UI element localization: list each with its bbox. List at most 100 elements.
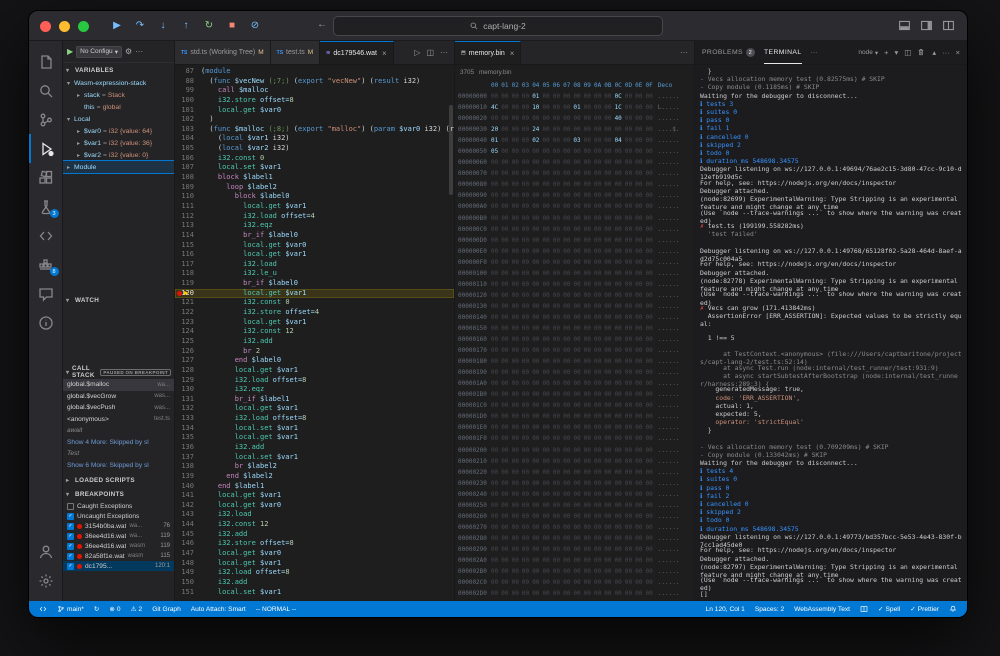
breakpoint-checkbox[interactable]: ✓	[67, 552, 74, 560]
hex-byte[interactable]: 00	[573, 213, 583, 224]
hex-byte[interactable]: 00	[615, 456, 625, 467]
more-actions-icon[interactable]: ···	[680, 48, 688, 57]
hex-byte[interactable]: 00	[635, 422, 645, 433]
hex-byte[interactable]: 00	[563, 566, 573, 577]
hex-byte[interactable]: 00	[532, 544, 542, 555]
hex-byte[interactable]: 00	[532, 367, 542, 378]
hex-byte[interactable]: 00	[615, 224, 625, 235]
hex-byte[interactable]: 00	[573, 235, 583, 246]
hex-byte[interactable]: 00	[625, 555, 635, 566]
hex-byte[interactable]: 00	[625, 102, 635, 113]
hex-byte[interactable]: 00	[635, 257, 645, 268]
hex-byte[interactable]: 00	[491, 213, 501, 224]
hex-row[interactable]: 00000210 00 00 00 00 00 00 00 00 00 00 00 00 00 00 00 00…	[455, 456, 694, 467]
hex-byte[interactable]: 00	[491, 168, 501, 179]
hex-byte[interactable]: 00	[645, 522, 655, 533]
hex-byte[interactable]: 00	[501, 312, 511, 323]
hex-byte[interactable]: 00	[594, 334, 604, 345]
hex-byte[interactable]: 00	[573, 433, 583, 444]
hex-byte[interactable]: 00	[584, 146, 594, 157]
hex-byte[interactable]: 00	[645, 135, 655, 146]
hex-byte[interactable]: 00	[563, 378, 573, 389]
hex-byte[interactable]: 00	[491, 323, 501, 334]
variable-row[interactable]: ▸ $var1 = i32 {value: 36}	[63, 137, 174, 149]
terminal-output[interactable]: } - Vecs allocation memory test (0.82575m…	[695, 65, 967, 601]
hex-byte[interactable]: 00	[645, 124, 655, 135]
hex-byte[interactable]: 00	[563, 389, 573, 400]
hex-byte[interactable]: 00	[594, 157, 604, 168]
code-line-126[interactable]: 126 br 2	[175, 347, 454, 357]
hex-byte[interactable]: 4C	[491, 102, 501, 113]
hex-byte[interactable]: 00	[594, 113, 604, 124]
code-line-127[interactable]: 127 end $label0	[175, 356, 454, 366]
hex-byte[interactable]: 00	[635, 201, 645, 212]
hex-byte[interactable]: 00	[645, 235, 655, 246]
hex-byte[interactable]: 00	[532, 389, 542, 400]
breakpoint-row[interactable]: ✓ Uncaught Exceptions	[63, 511, 174, 521]
hex-row[interactable]: 000000B0 00 00 00 00 00 00 00 00 00 00 00 00 00 00 00 00…	[455, 213, 694, 224]
hex-byte[interactable]: 00	[501, 179, 511, 190]
hex-byte[interactable]: 02	[532, 135, 542, 146]
hex-byte[interactable]: 00	[532, 378, 542, 389]
hex-byte[interactable]: 00	[501, 522, 511, 533]
tab-test-ts[interactable]: TS test.ts M	[270, 41, 321, 64]
hex-byte[interactable]: 00	[522, 257, 532, 268]
hex-byte[interactable]: 00	[501, 566, 511, 577]
hex-byte[interactable]: 00	[522, 235, 532, 246]
code-line-103[interactable]: 103 (func $malloc (;8;) (export "malloc"…	[175, 125, 454, 135]
hex-byte[interactable]: 00	[584, 544, 594, 555]
hex-byte[interactable]: 00	[532, 190, 542, 201]
customize-layout-icon[interactable]	[942, 19, 955, 37]
hex-byte[interactable]: 00	[553, 356, 563, 367]
hex-byte[interactable]: 00	[522, 168, 532, 179]
hex-byte[interactable]: 00	[635, 522, 645, 533]
hex-byte[interactable]: 00	[625, 179, 635, 190]
hex-byte[interactable]: 00	[532, 533, 542, 544]
hex-byte[interactable]: 00	[635, 500, 645, 511]
hex-byte[interactable]: 00	[604, 312, 614, 323]
hex-byte[interactable]: 00	[491, 555, 501, 566]
breakpoint-row[interactable]: Caught Exceptions	[63, 501, 174, 511]
hex-byte[interactable]: 00	[491, 246, 501, 257]
activity-docker[interactable]: 8	[29, 250, 63, 279]
hex-byte[interactable]: 00	[542, 445, 552, 456]
hex-byte[interactable]: 00	[625, 445, 635, 456]
hex-byte[interactable]: 00	[563, 356, 573, 367]
hex-byte[interactable]: 00	[542, 224, 552, 235]
variable-row[interactable]: ▸ stack = Stack	[63, 89, 174, 101]
hex-byte[interactable]: 00	[532, 179, 542, 190]
code-line-111[interactable]: 111 local.get $var1	[175, 202, 454, 212]
hex-byte[interactable]: 00	[625, 246, 635, 257]
hex-byte[interactable]: 00	[573, 312, 583, 323]
hex-byte[interactable]: 00	[542, 301, 552, 312]
code-line-144[interactable]: 144 i32.const 12	[175, 520, 454, 530]
hex-byte[interactable]: 00	[645, 301, 655, 312]
hex-byte[interactable]: 00	[512, 290, 522, 301]
hex-byte[interactable]: 00	[553, 345, 563, 356]
hex-byte[interactable]: 00	[542, 190, 552, 201]
hex-byte[interactable]: 00	[635, 356, 645, 367]
hex-byte[interactable]: 00	[542, 345, 552, 356]
hex-byte[interactable]: 00	[512, 91, 522, 102]
hex-byte[interactable]: 00	[512, 113, 522, 124]
hex-byte[interactable]: 00	[615, 489, 625, 500]
hex-byte[interactable]: 00	[625, 522, 635, 533]
hex-byte[interactable]: 00	[625, 378, 635, 389]
hex-byte[interactable]: 00	[615, 279, 625, 290]
hex-byte[interactable]: 00	[542, 378, 552, 389]
hex-byte[interactable]: 00	[604, 445, 614, 456]
hex-byte[interactable]: 00	[512, 224, 522, 235]
hex-byte[interactable]: 00	[635, 533, 645, 544]
hex-row[interactable]: 000002B0 00 00 00 00 00 00 00 00 00 00 00 00 00 00 00 00…	[455, 566, 694, 577]
hex-byte[interactable]: 00	[491, 279, 501, 290]
hex-byte[interactable]: 00	[491, 445, 501, 456]
hex-byte[interactable]: 00	[604, 511, 614, 522]
hex-byte[interactable]: 00	[645, 500, 655, 511]
hex-byte[interactable]: 00	[501, 213, 511, 224]
hex-byte[interactable]: 00	[553, 157, 563, 168]
hex-byte[interactable]: 00	[635, 224, 645, 235]
hex-byte[interactable]: 00	[542, 213, 552, 224]
hex-byte[interactable]: 00	[501, 301, 511, 312]
hex-byte[interactable]: 00	[625, 168, 635, 179]
code-line-101[interactable]: 101 local.get $var0	[175, 106, 454, 116]
